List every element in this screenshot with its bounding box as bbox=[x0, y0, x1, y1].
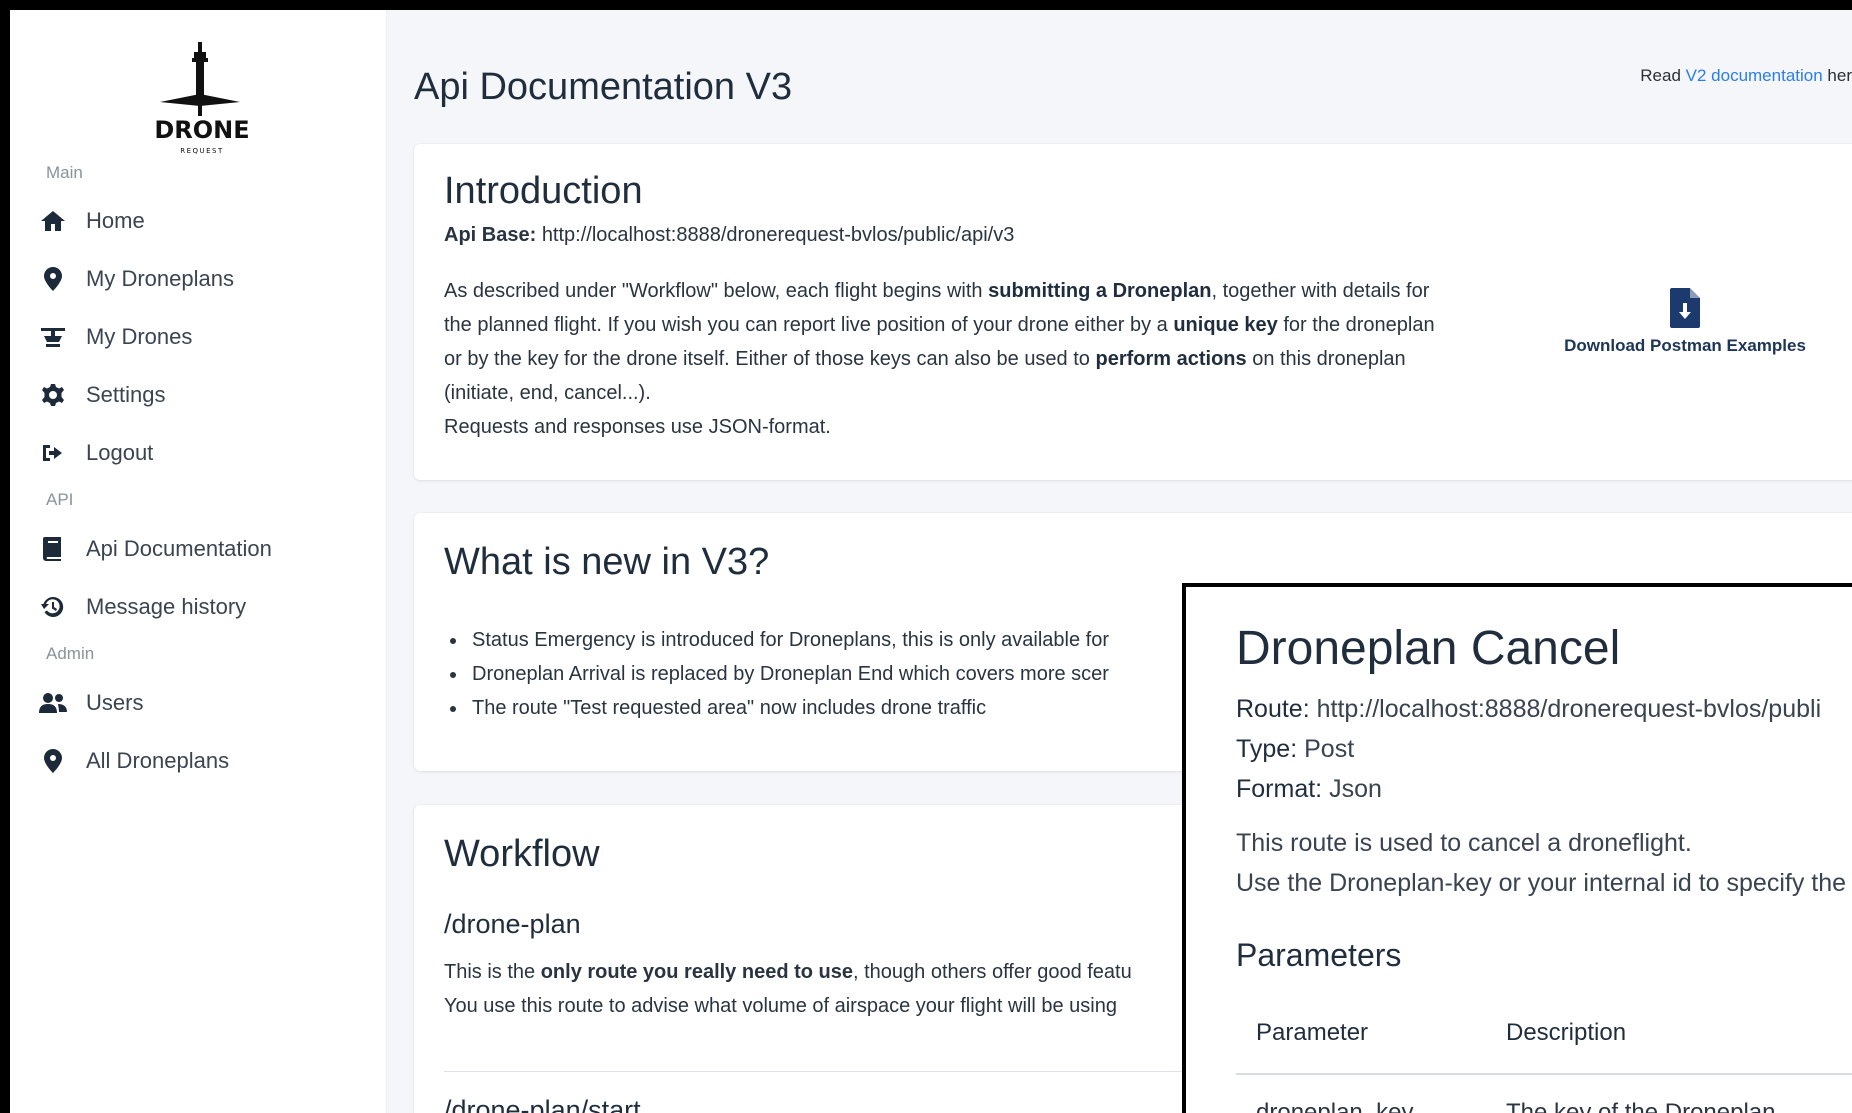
intro-emphasis: perform actions bbox=[1095, 348, 1247, 370]
read-prefix: Read bbox=[1640, 66, 1681, 85]
list-item: The route "Test requested area" now incl… bbox=[468, 691, 1109, 725]
sidebar-item-all-droneplans[interactable]: All Droneplans bbox=[38, 739, 229, 783]
column-header-parameter: Parameter bbox=[1256, 1019, 1369, 1046]
table-cell-description: The key of the Droneplan bbox=[1506, 1099, 1776, 1113]
gear-icon bbox=[38, 380, 68, 410]
app-screen: DRONE REQUEST Main Home My Droneplans My… bbox=[10, 10, 1852, 1113]
route-line: Route: http://localhost:8888/dronereques… bbox=[1236, 695, 1821, 724]
cancel-description-1: This route is used to cancel a droneflig… bbox=[1236, 829, 1692, 857]
introduction-card: Introduction Api Base: http://localhost:… bbox=[414, 144, 1852, 480]
format-value: Json bbox=[1329, 775, 1382, 803]
api-base-label: Api Base: bbox=[444, 224, 537, 246]
svg-text:DRONE: DRONE bbox=[154, 116, 249, 144]
workflow-text-segment: , though others offer good featu bbox=[853, 961, 1132, 983]
intro-emphasis: submitting a Droneplan bbox=[988, 280, 1212, 302]
drone-plan-start-heading: /drone-plan/start bbox=[444, 1095, 641, 1113]
book-icon bbox=[38, 534, 68, 564]
users-icon bbox=[38, 688, 68, 718]
workflow-emphasis: only route you really need to use bbox=[540, 961, 853, 983]
table-header-divider bbox=[1236, 1073, 1852, 1075]
route-value: http://localhost:8888/dronerequest-bvlos… bbox=[1316, 695, 1822, 723]
introduction-text: As described under "Workflow" below, eac… bbox=[444, 274, 1454, 444]
sidebar-item-label: Api Documentation bbox=[86, 536, 272, 561]
whats-new-list: Status Emergency is introduced for Drone… bbox=[444, 623, 1109, 725]
whats-new-title: What is new in V3? bbox=[444, 541, 770, 583]
sidebar-item-settings[interactable]: Settings bbox=[38, 373, 166, 417]
sidebar-item-label: Users bbox=[86, 690, 144, 715]
file-download-icon bbox=[1670, 288, 1700, 328]
sidebar-item-label: Settings bbox=[86, 382, 166, 407]
sidebar-item-message-history[interactable]: Message history bbox=[38, 585, 246, 629]
logout-icon bbox=[38, 438, 68, 468]
sidebar: DRONE REQUEST Main Home My Droneplans My… bbox=[10, 10, 387, 1113]
drone-request-logo[interactable]: DRONE REQUEST bbox=[140, 40, 264, 160]
workflow-text-segment: This is the bbox=[444, 961, 541, 983]
workflow-text-segment: You use this route to advise what volume… bbox=[444, 995, 1117, 1017]
page-title: Api Documentation V3 bbox=[414, 66, 793, 108]
sidebar-item-label: My Droneplans bbox=[86, 266, 234, 291]
workflow-title: Workflow bbox=[444, 833, 600, 875]
history-icon bbox=[38, 592, 68, 622]
type-value: Post bbox=[1304, 735, 1355, 763]
api-base: Api Base: http://localhost:8888/dronereq… bbox=[444, 224, 1014, 247]
format-line: Format: Json bbox=[1236, 775, 1382, 804]
drone-icon bbox=[38, 322, 68, 352]
drone-plan-route-text: This is the only route you really need t… bbox=[444, 955, 1132, 1023]
map-pin-icon bbox=[38, 264, 68, 294]
sidebar-item-label: Home bbox=[86, 208, 145, 233]
api-base-url: http://localhost:8888/dronerequest-bvlos… bbox=[541, 224, 1015, 246]
route-label: Route: bbox=[1236, 695, 1310, 723]
sidebar-item-api-documentation[interactable]: Api Documentation bbox=[38, 527, 272, 571]
list-item: Status Emergency is introduced for Drone… bbox=[468, 623, 1109, 657]
table-cell-parameter: droneplan_key bbox=[1256, 1099, 1414, 1113]
sidebar-item-my-drones[interactable]: My Drones bbox=[38, 315, 192, 359]
sidebar-item-home[interactable]: Home bbox=[38, 199, 145, 243]
sidebar-item-my-droneplans[interactable]: My Droneplans bbox=[38, 257, 234, 301]
svg-text:REQUEST: REQUEST bbox=[180, 147, 224, 155]
nav-section-api: API bbox=[46, 490, 74, 509]
nav-section-admin: Admin bbox=[46, 644, 95, 663]
format-label: Format: bbox=[1236, 775, 1323, 803]
drone-plan-route-heading: /drone-plan bbox=[444, 909, 581, 939]
v2-docs-note: Read V2 documentation her bbox=[1640, 66, 1852, 86]
download-postman-button[interactable]: Download Postman Examples bbox=[1550, 288, 1820, 356]
intro-format-note: Requests and responses use JSON-format. bbox=[444, 416, 831, 438]
cancel-description-2: Use the Droneplan-key or your internal i… bbox=[1236, 869, 1847, 897]
type-label: Type: bbox=[1236, 735, 1298, 763]
map-pin-icon bbox=[38, 746, 68, 776]
intro-text-segment: As described under "Workflow" below, eac… bbox=[444, 280, 989, 302]
nav-section-main: Main bbox=[46, 163, 83, 182]
droneplan-cancel-zoom-panel: Droneplan Cancel Route: http://localhost… bbox=[1182, 583, 1852, 1113]
intro-emphasis: unique key bbox=[1173, 314, 1278, 336]
read-suffix: her bbox=[1827, 66, 1852, 85]
sidebar-item-label: Logout bbox=[86, 440, 154, 465]
sidebar-item-label: My Drones bbox=[86, 324, 193, 349]
sidebar-item-label: All Droneplans bbox=[86, 748, 230, 773]
logo-graphic: DRONE REQUEST bbox=[154, 42, 250, 155]
droneplan-cancel-title: Droneplan Cancel bbox=[1236, 622, 1621, 675]
parameters-heading: Parameters bbox=[1236, 937, 1402, 973]
sidebar-item-label: Message history bbox=[86, 594, 247, 619]
column-header-description: Description bbox=[1506, 1019, 1627, 1046]
download-postman-label: Download Postman Examples bbox=[1564, 336, 1806, 355]
v2-documentation-link[interactable]: V2 documentation bbox=[1686, 66, 1823, 85]
type-line: Type: Post bbox=[1236, 735, 1354, 764]
sidebar-item-users[interactable]: Users bbox=[38, 681, 143, 725]
introduction-title: Introduction bbox=[444, 170, 643, 212]
sidebar-item-logout[interactable]: Logout bbox=[38, 431, 153, 475]
list-item: Droneplan Arrival is replaced by Dronepl… bbox=[468, 657, 1109, 691]
home-icon bbox=[38, 206, 68, 236]
